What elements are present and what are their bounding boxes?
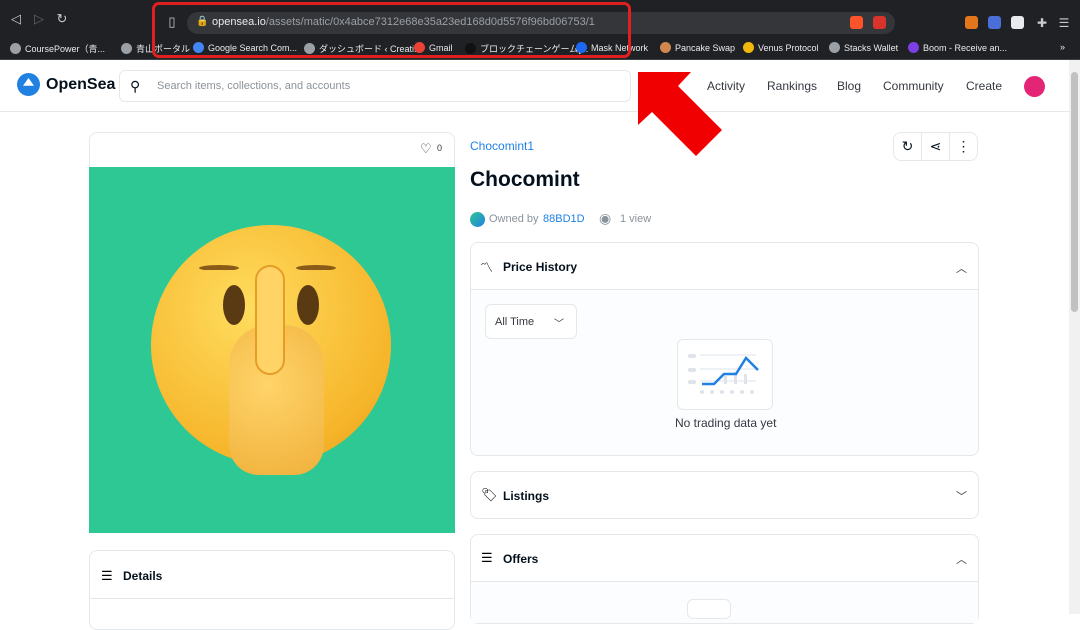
search-placeholder: Search items, collections, and accounts (157, 80, 351, 92)
pancake-icon (660, 42, 671, 53)
puzzle-icon[interactable]: ✚ (1033, 14, 1051, 32)
no-trading-data: No trading data yet (675, 416, 777, 430)
offers-card[interactable]: ☰ Offers ︿ (470, 534, 979, 624)
empty-offers-illustration (687, 599, 731, 619)
details-title: Details (123, 569, 163, 583)
opensea-logo[interactable]: OpenSea (17, 73, 115, 96)
bookmark-item[interactable]: Pancake Swap (660, 42, 735, 53)
asset-title: Chocomint (470, 168, 580, 191)
chart-placeholder-icon (688, 354, 759, 394)
reload-icon[interactable]: ↻ (53, 10, 71, 28)
view-count: 1 view (620, 213, 652, 225)
bookmark-item[interactable]: Stacks Wallet (829, 42, 898, 53)
more-options-icon[interactable]: ⋮ (949, 132, 978, 161)
nav-community[interactable]: Community (883, 79, 944, 93)
nav-blog[interactable]: Blog (837, 79, 861, 93)
forward-icon[interactable]: ▷ (30, 10, 48, 28)
offers-title: Offers (503, 552, 539, 566)
translate-icon[interactable] (988, 16, 1001, 29)
boom-icon (908, 42, 919, 53)
globe-icon (10, 43, 21, 54)
eye (223, 285, 245, 325)
empty-chart-illustration (677, 339, 773, 410)
nav-create[interactable]: Create (966, 79, 1002, 93)
chevron-up-icon[interactable]: ︿ (956, 551, 967, 567)
details-card[interactable]: ☰ Details (89, 550, 455, 630)
metamask-icon[interactable] (965, 16, 978, 29)
globe-icon (121, 43, 132, 54)
time-filter-value: All Time (495, 316, 535, 328)
finger (255, 265, 285, 375)
trending-icon: 〽 (480, 260, 494, 275)
bookmark-item[interactable]: Venus Protocol (743, 42, 819, 53)
globe-icon (829, 42, 840, 53)
back-icon[interactable]: ◁ (7, 10, 25, 28)
annotation-box (152, 2, 631, 58)
scrollbar-thumb[interactable] (1071, 72, 1078, 312)
bookmark-item[interactable]: CoursePower（青... (10, 42, 105, 55)
extension-icon[interactable] (873, 16, 886, 29)
details-icon: ☰ (101, 568, 113, 583)
listings-card[interactable]: 🏷 Listings ﹀ (470, 471, 979, 519)
stacks-icon[interactable] (1011, 16, 1024, 29)
brave-icon[interactable] (850, 16, 863, 29)
chevron-down-icon[interactable]: ﹀ (956, 488, 967, 504)
likes-count: 0 (437, 143, 443, 153)
list-icon: ☰ (481, 550, 493, 565)
share-icon[interactable]: ⋖ (921, 132, 950, 161)
search-icon: ⚲ (130, 78, 141, 94)
site-header: OpenSea ⚲ Search items, collections, and… (0, 60, 1069, 112)
scrollbar[interactable] (1069, 60, 1080, 614)
chevron-down-icon: ﹀ (554, 319, 564, 330)
eyebrow (296, 265, 336, 271)
venus-icon (743, 42, 754, 53)
tag-icon: 🏷 (481, 487, 498, 502)
heart-icon[interactable]: ♡ (420, 141, 432, 157)
search-input[interactable]: ⚲ Search items, collections, and account… (119, 70, 631, 102)
collection-link[interactable]: Chocomint1 (470, 139, 534, 153)
price-history-title: Price History (503, 260, 578, 274)
owner-link[interactable]: 88BD1D (543, 213, 585, 225)
owned-by-label: Owned by (489, 213, 539, 225)
time-filter-select[interactable]: All Time ﹀ (485, 304, 577, 339)
listings-title: Listings (503, 489, 550, 503)
more-bookmarks[interactable]: » (1060, 42, 1065, 52)
refresh-icon[interactable]: ↻ (893, 132, 922, 161)
shushing-face-emoji (151, 225, 391, 475)
opensea-logo-icon (17, 73, 40, 96)
logo-text: OpenSea (46, 75, 116, 93)
annotation-arrow (638, 72, 722, 156)
eye-icon: ◉ (599, 210, 612, 226)
eye (297, 285, 319, 325)
divider (90, 598, 454, 599)
price-history-card: 〽 Price History ︿ All Time ﹀ No trading … (470, 242, 979, 456)
bookmark-item[interactable]: Boom - Receive an... (908, 42, 1007, 53)
owner-avatar[interactable] (470, 212, 485, 227)
asset-image[interactable] (89, 167, 455, 533)
eyebrow (199, 265, 239, 271)
nav-rankings[interactable]: Rankings (767, 79, 817, 93)
menu-icon[interactable]: ☰ (1055, 14, 1073, 32)
chevron-up-icon[interactable]: ︿ (956, 260, 967, 276)
avatar[interactable] (1024, 76, 1045, 97)
